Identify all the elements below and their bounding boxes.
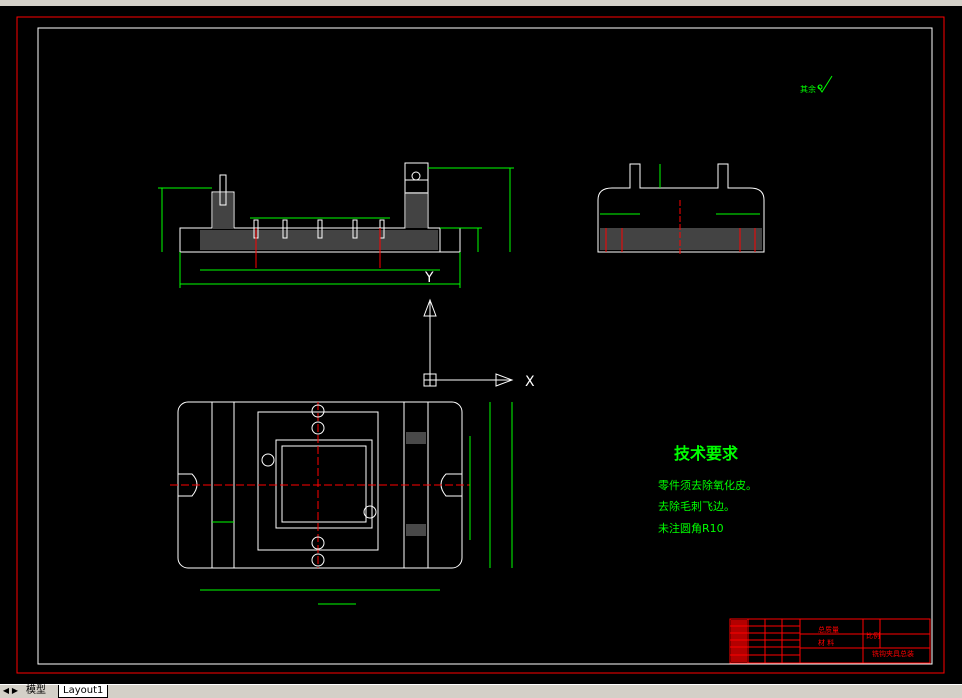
roughness-symbol: 其余: [800, 75, 833, 94]
title-block-material-label: 材 料: [818, 638, 834, 647]
tab-model[interactable]: 模型: [22, 685, 50, 697]
side-view: [597, 163, 765, 256]
roughness-note: 其余: [800, 84, 816, 94]
next-tab-button[interactable]: ▶: [11, 686, 19, 696]
title-block-scale-label: 比例: [866, 631, 880, 640]
tab-layout1[interactable]: Layout1: [58, 685, 109, 698]
sheet-inner-border: [37, 27, 933, 665]
ucs-x-label: X: [525, 374, 535, 390]
top-view: [170, 401, 513, 605]
title-block-mass-label: 总质量: [818, 625, 839, 634]
title-block-part-name: 铣钩夹具总装: [872, 649, 914, 658]
drawing-svg: 其余 Y X 技术要求 零件须去除氧化皮。 去除毛刺飞边。 未注圆角R10 总质…: [16, 16, 945, 674]
first-tab-button[interactable]: ◀: [2, 686, 10, 696]
sheet-outer-border: [16, 16, 945, 674]
tech-req-line-3: 未注圆角R10: [658, 521, 724, 535]
tech-req-title: 技术要求: [674, 444, 739, 463]
ucs-y-label: Y: [424, 270, 434, 286]
layout-tab-bar: ◀ ▶ 模型 Layout1: [0, 684, 962, 698]
tech-req-line-2: 去除毛刺飞边。: [658, 499, 735, 513]
tech-req-line-1: 零件须去除氧化皮。: [658, 478, 757, 492]
drawing-canvas[interactable]: 其余 Y X 技术要求 零件须去除氧化皮。 去除毛刺飞边。 未注圆角R10 总质…: [0, 6, 962, 684]
front-view: [158, 162, 514, 288]
ucs-icon: [423, 298, 514, 387]
